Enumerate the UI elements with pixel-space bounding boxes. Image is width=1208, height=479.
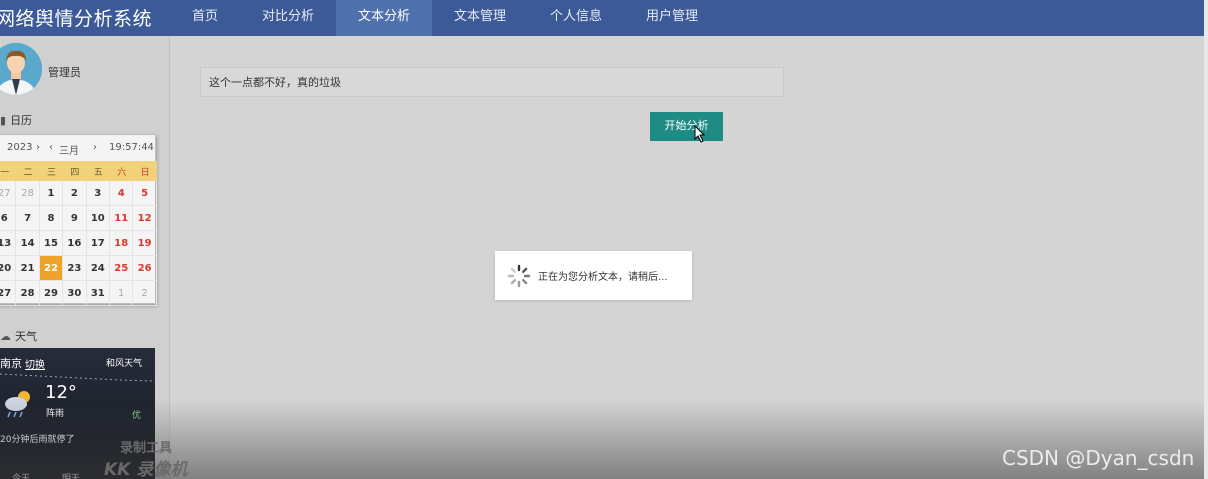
top-nav-bar: 网络舆情分析系统 首页 对比分析 文本分析 文本管理 个人信息 用户管理 — [0, 0, 1205, 36]
weather-city: 南京 — [0, 357, 22, 370]
calendar-day[interactable]: 9 — [63, 206, 87, 231]
window-right-edge — [1204, 0, 1208, 479]
calendar-day[interactable]: 2 — [133, 281, 157, 306]
cloud-icon: ☁ — [0, 330, 11, 343]
recorder-watermark-label: 录制工具 — [120, 441, 173, 456]
calendar-day[interactable]: 10 — [86, 206, 110, 231]
calendar-day[interactable]: 23 — [63, 256, 87, 281]
calendar-day[interactable]: 20 — [0, 256, 17, 281]
loading-message: 正在为您分析文本，请稍后... — [538, 272, 668, 283]
calendar-day[interactable]: 1 — [110, 281, 134, 306]
calendar-day[interactable]: 25 — [110, 256, 134, 281]
weather-trend-line — [0, 373, 155, 382]
weather-condition: 阵雨 — [46, 409, 65, 419]
next-month-icon[interactable]: › — [93, 142, 97, 153]
nav-text-analysis[interactable]: 文本分析 — [336, 0, 432, 36]
weekday-label: 二 — [23, 168, 33, 178]
prev-month-icon[interactable]: ‹ — [49, 142, 53, 153]
weekday-label: 六 — [117, 168, 127, 178]
weather-provider: 和风天气 — [106, 359, 143, 369]
weather-switch-link[interactable]: 切换 — [25, 356, 45, 371]
nav-compare-analysis[interactable]: 对比分析 — [248, 0, 328, 36]
csdn-watermark: CSDN @Dyan_csdn — [1002, 446, 1195, 470]
calendar-header: ‹ 2023 › ‹ 三月 › 19:57:44 — [0, 135, 157, 160]
weekday-label: 三 — [46, 168, 56, 178]
weather-tip: 20分钟后雨就停了 — [0, 435, 75, 445]
calendar-day[interactable]: 11 — [110, 206, 134, 231]
calendar-day[interactable]: 8 — [39, 206, 64, 231]
analysis-text-input[interactable] — [200, 67, 784, 97]
weekday-label: 五 — [93, 168, 103, 178]
weather-section-title: ☁ 天气 — [0, 330, 37, 343]
calendar-day[interactable]: 6 — [0, 206, 17, 231]
mouse-cursor-icon — [694, 125, 706, 143]
weather-temperature: 12° — [45, 382, 77, 403]
sidebar: 管理员 ▮日历 ‹ 2023 › ‹ 三月 › 19:57:44 一 二 三 四… — [0, 36, 170, 479]
weekday-label: 日 — [140, 168, 150, 178]
user-avatar-icon — [0, 43, 42, 95]
start-analysis-button[interactable]: 开始分析 — [650, 112, 723, 141]
weather-day-tomorrow[interactable]: 明天 — [62, 471, 80, 479]
calendar-day[interactable]: 17 — [86, 231, 110, 256]
calendar-day[interactable]: 4 — [110, 181, 134, 206]
calendar-day[interactable]: 5 — [133, 181, 157, 206]
calendar-section-title: ▮ 日历 — [0, 114, 33, 127]
calendar-day[interactable]: 27 — [0, 281, 17, 306]
calendar-day[interactable]: 16 — [63, 231, 87, 256]
user-role-label: 管理员 — [48, 66, 81, 79]
weekday-label: 一 — [0, 168, 10, 178]
calendar-icon: ▮ — [0, 114, 7, 127]
calendar-day[interactable]: 1 — [39, 181, 64, 206]
weather-day-today[interactable]: 今天 — [12, 471, 30, 479]
next-year-icon[interactable]: › — [36, 142, 40, 153]
recorder-watermark-brand: KK 录像机 — [104, 460, 188, 479]
calendar-day[interactable]: 2 — [63, 181, 87, 206]
app-title: 网络舆情分析系统 — [0, 8, 153, 30]
calendar-day[interactable]: 19 — [133, 231, 157, 256]
calendar-day[interactable]: 7 — [16, 206, 40, 231]
loading-spinner-icon — [507, 264, 531, 288]
calendar-day[interactable]: 21 — [16, 256, 40, 281]
calendar-day[interactable]: 30 — [63, 281, 87, 306]
calendar-day[interactable]: 24 — [86, 256, 110, 281]
calendar-weekday-row: 一 二 三 四 五 六 日 — [0, 161, 157, 181]
calendar-day[interactable]: 28 — [16, 181, 40, 206]
calendar-day[interactable]: 22 — [39, 256, 64, 281]
calendar-day[interactable]: 31 — [86, 281, 110, 306]
nav-personal-info[interactable]: 个人信息 — [536, 0, 616, 36]
nav-text-management[interactable]: 文本管理 — [440, 0, 520, 36]
weather-aqi: 优 — [132, 411, 142, 421]
calendar-day[interactable]: 15 — [39, 231, 64, 256]
calendar-day[interactable]: 29 — [39, 281, 64, 306]
calendar-day[interactable]: 3 — [86, 181, 110, 206]
calendar-time: 19:57:44 — [109, 142, 154, 153]
weekday-label: 四 — [70, 168, 80, 178]
calendar-day[interactable]: 27 — [0, 181, 17, 206]
calendar-day[interactable]: 26 — [133, 256, 157, 281]
calendar-day[interactable]: 12 — [133, 206, 157, 231]
loading-dialog: 正在为您分析文本，请稍后... — [495, 251, 692, 300]
calendar-day[interactable]: 14 — [16, 231, 40, 256]
calendar-day[interactable]: 13 — [0, 231, 17, 256]
nav-home[interactable]: 首页 — [180, 0, 230, 36]
nav-user-management[interactable]: 用户管理 — [632, 0, 712, 36]
calendar-year[interactable]: 2023 — [7, 142, 32, 153]
calendar-day[interactable]: 18 — [110, 231, 134, 256]
calendar-day[interactable]: 28 — [16, 281, 40, 306]
avatar — [0, 43, 42, 95]
rain-cloud-icon — [5, 391, 30, 418]
calendar-month[interactable]: 三月 — [59, 142, 79, 157]
calendar-widget: ‹ 2023 › ‹ 三月 › 19:57:44 一 二 三 四 五 六 日 2… — [0, 134, 157, 306]
